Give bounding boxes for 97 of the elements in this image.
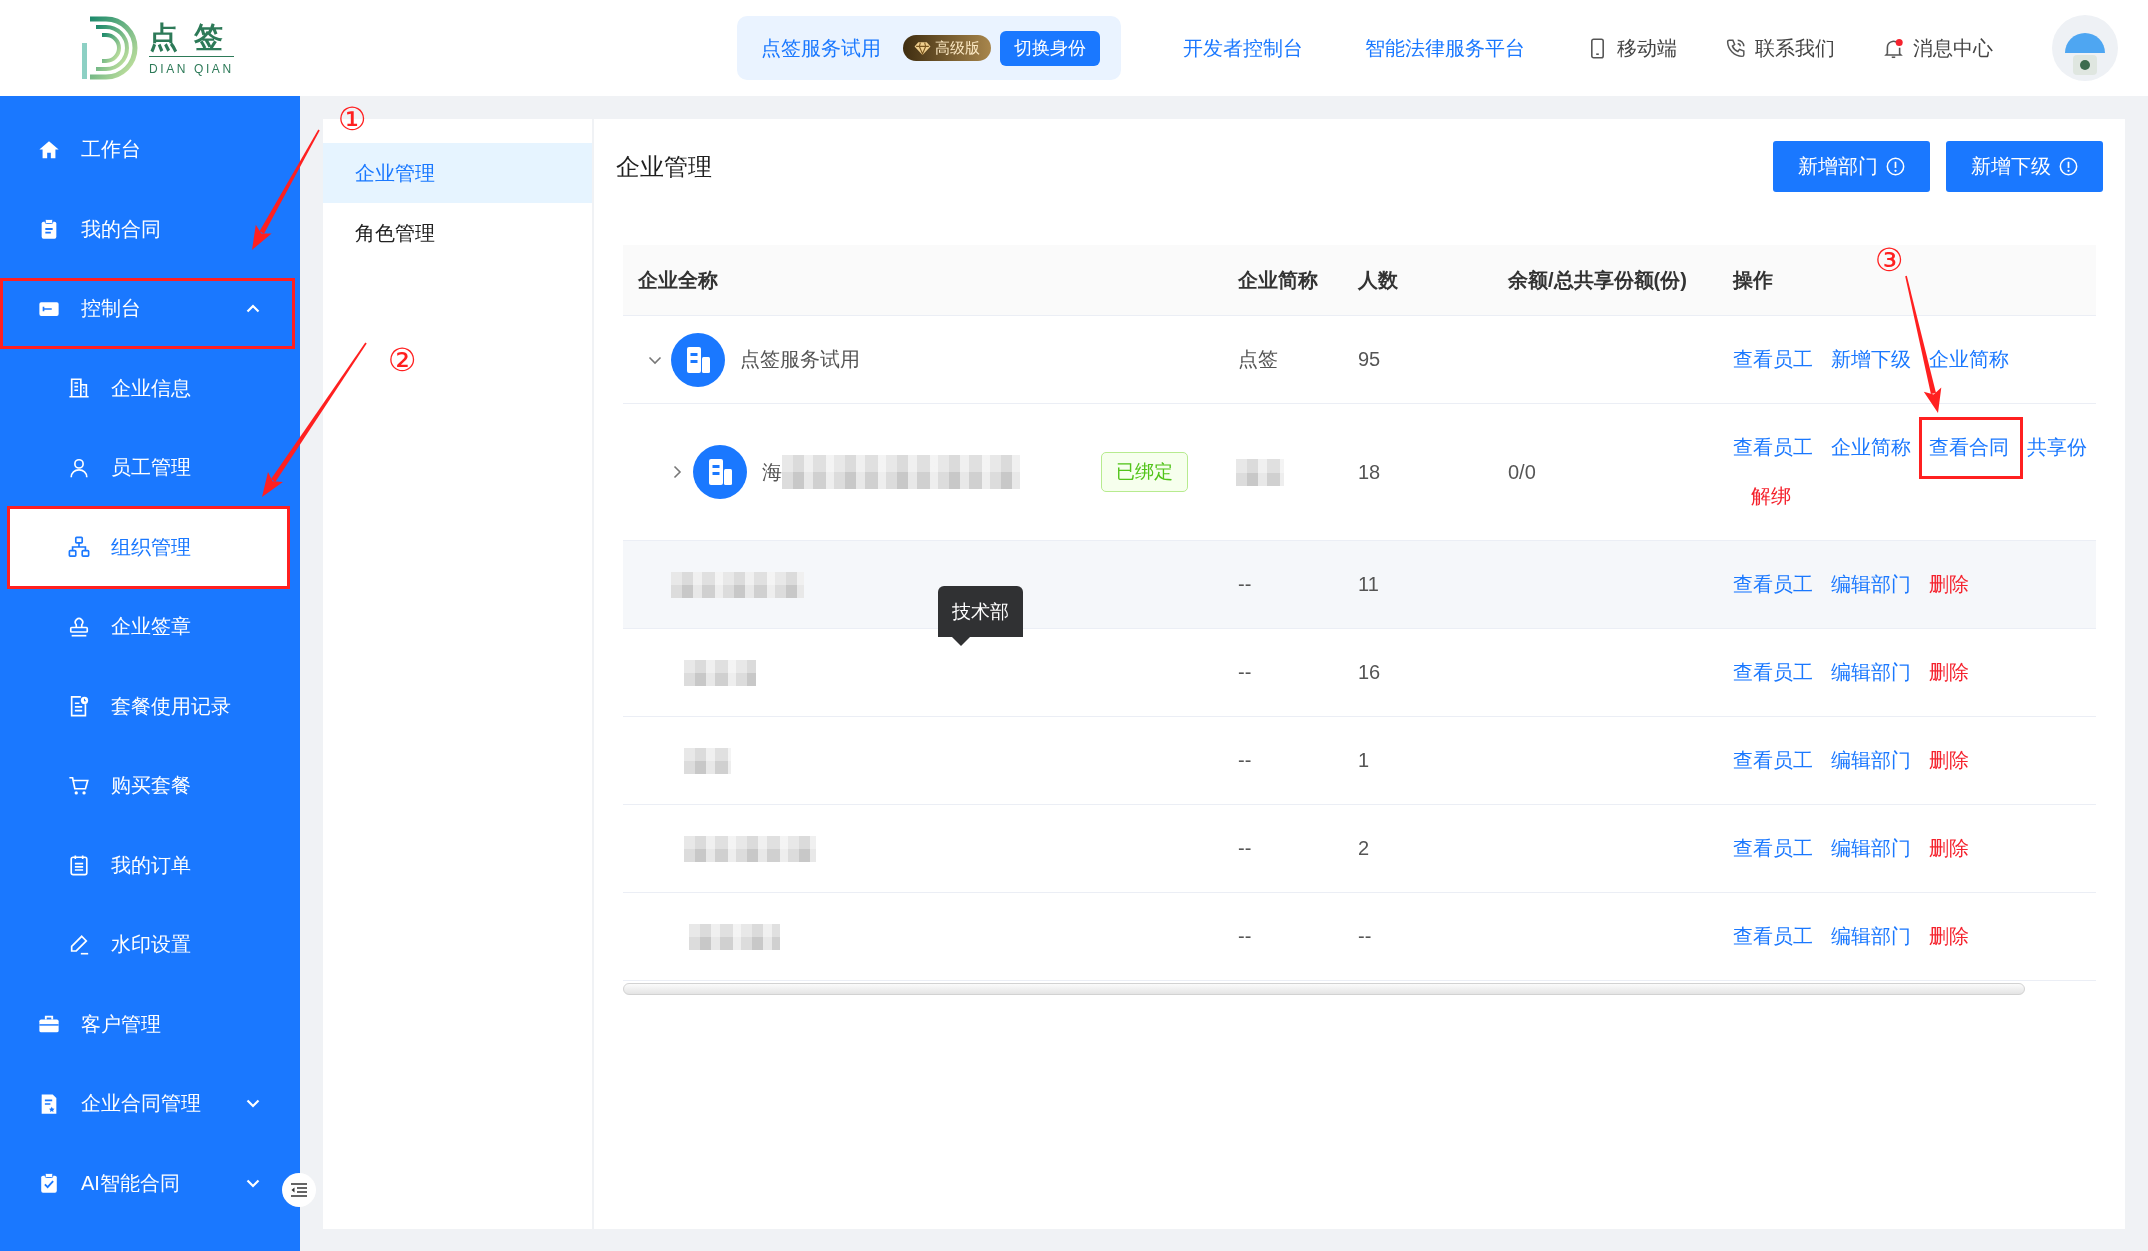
sidebar-item[interactable]: 控制台	[0, 269, 300, 349]
nav-link[interactable]: 智能法律服务平台	[1365, 34, 1525, 62]
sidebar-item[interactable]: 水印设置	[9, 905, 288, 985]
action-link[interactable]: 编辑部门	[1831, 573, 1911, 595]
action-link[interactable]: 编辑部门	[1831, 925, 1911, 947]
action-link[interactable]: 解绑	[1751, 485, 1791, 507]
action-link[interactable]: 查看合同	[1929, 436, 2009, 458]
short-name: 点签	[1238, 347, 1278, 372]
action-link[interactable]: 共享份	[2027, 436, 2087, 458]
action-link[interactable]: 删除	[1929, 661, 1969, 683]
action-link[interactable]: 编辑部门	[1831, 661, 1911, 683]
action-link[interactable]: 删除	[1929, 573, 1969, 595]
sidebar-item[interactable]: AI智能合同	[0, 1143, 300, 1223]
clipboard-check-icon	[38, 1172, 60, 1195]
switch-identity-button[interactable]: 切换身份	[1000, 30, 1100, 66]
nav-link[interactable]: 开发者控制台	[1183, 34, 1303, 62]
action-link[interactable]: 删除	[1929, 837, 1969, 859]
annotation-number: ③	[1874, 244, 1904, 276]
annotation-number: ①	[337, 103, 367, 135]
cart-icon	[68, 774, 90, 797]
account-name: 点签服务试用	[761, 35, 881, 61]
horizontal-scrollbar[interactable]	[623, 983, 2026, 995]
sidebar-item[interactable]: 工作台	[0, 110, 300, 190]
tooltip: 技术部	[938, 586, 1023, 646]
status-tag: 已绑定	[1101, 452, 1188, 492]
column-header: 余额/总共享份额(份)	[1507, 267, 1687, 293]
building-outline-icon	[68, 377, 90, 400]
action-link[interactable]: 查看员工	[1733, 661, 1813, 683]
building-icon	[693, 445, 747, 499]
member-count: 16	[1358, 661, 1381, 684]
subnav-item[interactable]: 角色管理	[323, 203, 592, 263]
quota-value: 0/0	[1508, 460, 1536, 484]
action-link[interactable]: 查看员工	[1733, 436, 1813, 458]
add-button[interactable]: 新增部门	[1773, 141, 1930, 192]
org-chart-icon	[68, 536, 90, 559]
action-link[interactable]: 编辑部门	[1831, 837, 1911, 859]
page-title: 企业管理	[616, 151, 712, 182]
nav-link[interactable]: 移动端	[1587, 34, 1677, 62]
notepad-icon	[68, 854, 90, 877]
action-link[interactable]: 删除	[1929, 749, 1969, 771]
action-link[interactable]: 查看员工	[1733, 573, 1813, 595]
stamp-icon	[68, 615, 90, 638]
short-name: --	[1238, 925, 1252, 948]
action-link[interactable]: 企业简称	[1929, 348, 2009, 370]
sidebar-item[interactable]: 我的合同	[0, 189, 300, 269]
member-count: 2	[1358, 837, 1370, 860]
building-icon	[671, 332, 725, 387]
company-name: 点签服务试用	[740, 347, 860, 372]
plan-level: 高级版	[935, 38, 980, 58]
action-link[interactable]: 编辑部门	[1831, 749, 1911, 771]
subnav-item[interactable]: 企业管理	[323, 143, 592, 203]
short-name: --	[1238, 749, 1252, 772]
diamond-icon	[914, 40, 931, 56]
member-count: --	[1358, 925, 1372, 948]
nav-link[interactable]: 消息中心	[1883, 34, 1993, 62]
sidebar-item[interactable]: 组织管理	[9, 507, 288, 587]
sidebar-item[interactable]: 企业合同管理	[0, 1064, 300, 1144]
add-button[interactable]: 新增下级	[1946, 141, 2103, 192]
column-header: 人数	[1357, 267, 1398, 293]
action-link[interactable]: 企业简称	[1831, 436, 1911, 458]
sidebar-item[interactable]: 我的订单	[9, 825, 288, 905]
document-clock-icon	[68, 695, 90, 718]
pen-icon	[68, 933, 90, 956]
sidebar-item[interactable]: 企业信息	[9, 348, 288, 428]
company-name: 海	[762, 459, 782, 485]
column-header: 企业简称	[1237, 267, 1318, 293]
short-name: --	[1238, 661, 1252, 684]
member-count: 18	[1358, 460, 1381, 484]
action-link[interactable]: 查看员工	[1733, 837, 1813, 859]
sidebar-item[interactable]: 员工管理	[9, 428, 288, 508]
user-icon	[68, 456, 90, 479]
info-icon	[2059, 157, 2078, 176]
sidebar-item[interactable]: 企业签章	[9, 587, 288, 667]
action-link[interactable]: 查看员工	[1733, 348, 1813, 370]
action-link[interactable]: 新增下级	[1831, 348, 1911, 370]
action-link[interactable]: 查看员工	[1733, 749, 1813, 771]
nav-link[interactable]: 联系我们	[1725, 34, 1835, 62]
phone-call-icon	[1725, 37, 1746, 59]
info-icon	[1886, 157, 1905, 176]
column-header: 企业全称	[637, 267, 718, 293]
member-count: 95	[1358, 348, 1381, 371]
short-name: --	[1238, 573, 1252, 596]
short-name: --	[1238, 837, 1252, 860]
annotation-number: ②	[387, 344, 417, 376]
logo-wordmark: 点 签	[149, 20, 228, 53]
sidebar-item[interactable]: 套餐使用记录	[9, 666, 288, 746]
sidebar-item[interactable]: 购买套餐	[9, 746, 288, 826]
logo-subtitle: DIAN QIAN	[149, 55, 234, 76]
action-link[interactable]: 查看员工	[1733, 925, 1813, 947]
column-header: 操作	[1731, 267, 1773, 293]
sidebar-item[interactable]: 客户管理	[0, 984, 300, 1064]
avatar-icon[interactable]	[2052, 15, 2118, 81]
menu-fold-icon	[290, 1183, 308, 1197]
collapse-sidebar-button[interactable]	[282, 1173, 316, 1207]
action-link[interactable]: 删除	[1929, 925, 1969, 947]
member-count: 1	[1358, 749, 1370, 772]
member-count: 11	[1358, 573, 1379, 596]
